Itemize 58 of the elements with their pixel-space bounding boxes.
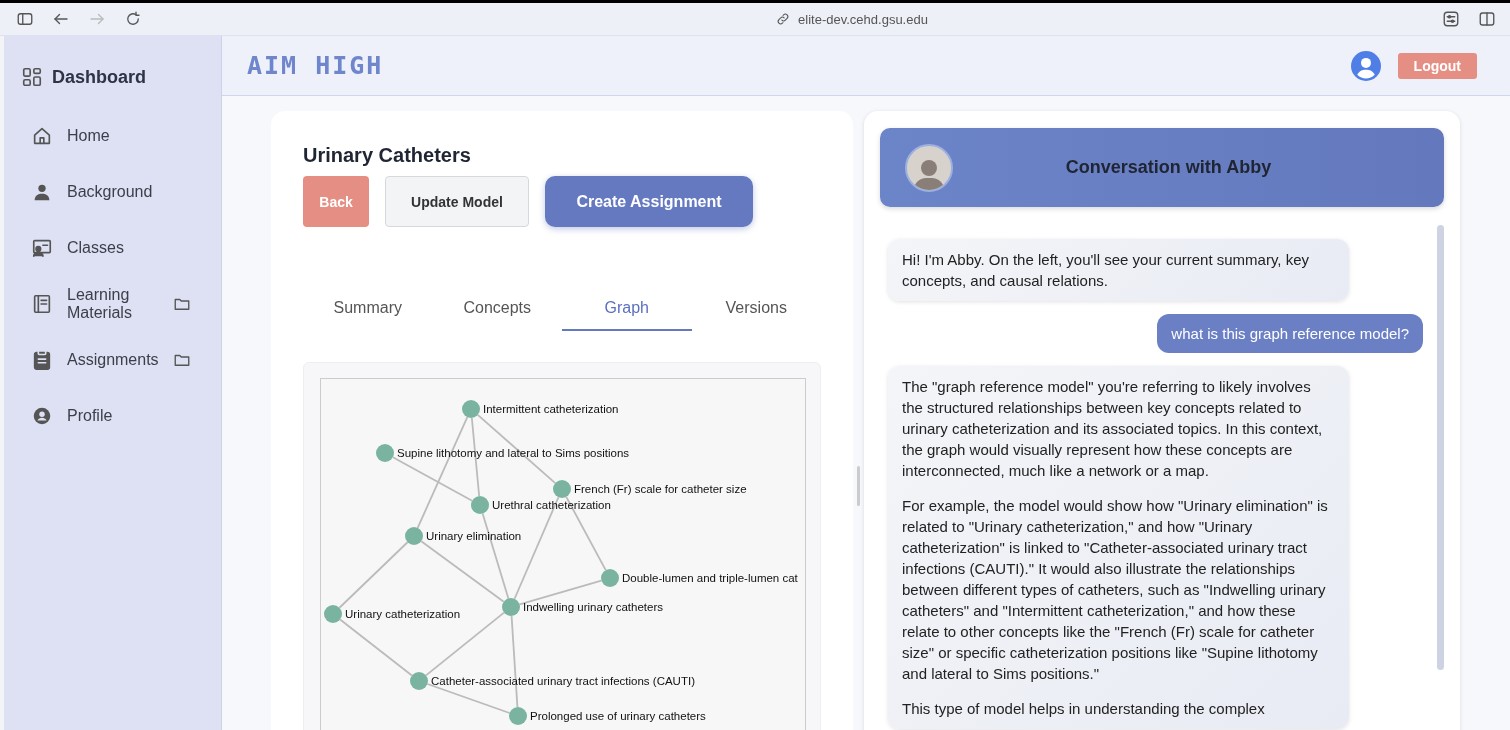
graph-node[interactable] (601, 569, 619, 587)
message-text: Hi! I'm Abby. On the left, you'll see your current summary, key concepts, and causal relations. (902, 250, 1310, 291)
chat-title: Conversation with Abby (1064, 157, 1273, 178)
graph-node[interactable] (509, 707, 527, 725)
tab[interactable]: Concepts (432, 289, 562, 331)
node-label: Indwelling urinary catheters (523, 601, 663, 613)
resize-handle[interactable] (857, 466, 860, 506)
user-avatar-icon[interactable] (1350, 50, 1381, 81)
node-label: Urethral catheterization (492, 499, 611, 511)
update-model-button[interactable]: Update Model (385, 176, 529, 227)
link-icon (776, 12, 791, 26)
sidebar-item[interactable]: Learning Materials (67, 286, 159, 322)
graph-node[interactable] (410, 672, 428, 690)
graph-node[interactable] (471, 496, 489, 514)
notebook-icon (31, 293, 53, 315)
message-text: This type of model helps in understanding the complex (902, 699, 1266, 719)
graph-node[interactable] (376, 444, 394, 462)
sidebar-item[interactable]: Classes (67, 239, 159, 257)
grid-icon (21, 66, 43, 88)
scrollbar-thumb[interactable] (1437, 225, 1444, 670)
node-label: Prolonged use of urinary catheters (530, 710, 706, 722)
message-text: what is this graph reference model? (1171, 324, 1409, 344)
split-view-icon[interactable] (1478, 10, 1496, 28)
node-label: Urinary elimination (426, 530, 522, 542)
sidebar-item[interactable]: Home (67, 127, 159, 145)
avatar-placeholder (905, 143, 953, 192)
graph-node[interactable] (553, 480, 571, 498)
message-text: The "graph reference model" you're referring to likely involves the structured relationships between key concepts related to urinary catheterization and its associated topics. In this context, the graph would visually represent how these concepts are interconnected, much like a network or a map. (902, 377, 1324, 481)
create-assignment-button[interactable]: Create Assignment (545, 176, 753, 227)
sidebar-title: Dashboard (52, 66, 147, 88)
graph-edge (338, 541, 409, 609)
node-label: Supine lithotomy and lateral to Sims positions (397, 447, 630, 459)
tab[interactable]: Graph (562, 289, 692, 331)
sidebar-item[interactable]: Assignments (67, 351, 159, 369)
message-text: For example, the model would show how "Urinary elimination" is related to "Urinary catheterization," and how "Urinary catheterization" is linked to "Catheter-associated urinary tract infections (CAUTI)." It would also illustrate the relationships between different types of catheters, such as "Indwelling urinary catheters" and "Intermittent catheterization," and how these relate to other concepts like the "French (Fr) scale for catheter size" or specific catheterization positions like "Supine lithotomy and lateral to Sims positions." (902, 496, 1329, 684)
user-circle-icon (31, 405, 53, 427)
sidebar-item[interactable]: Background (67, 183, 159, 201)
house-icon (31, 125, 53, 147)
graph-node[interactable] (462, 400, 480, 418)
clipboard-icon (31, 349, 53, 371)
tab[interactable]: Summary (303, 289, 433, 331)
node-label: Double-lumen and triple-lumen cat (622, 572, 798, 584)
sidebar-toggle-icon[interactable] (16, 10, 34, 28)
graph-node[interactable] (405, 527, 423, 545)
node-label: French (Fr) scale for catheter size (574, 483, 747, 495)
graph-node[interactable] (324, 605, 342, 623)
sidebar-item[interactable]: Profile (67, 407, 159, 425)
graph-node[interactable] (502, 598, 520, 616)
node-label: Catheter-associated urinary tract infections (CAUTI) (431, 675, 695, 687)
sliders-icon[interactable] (1442, 10, 1460, 28)
logo: AIM HIGH (247, 51, 384, 80)
reload-icon[interactable] (124, 10, 142, 28)
address-bar[interactable]: elite-dev.cehd.gsu.edu (798, 11, 928, 27)
node-label: Urinary catheterization (345, 608, 461, 620)
model-title: Urinary Catheters (303, 144, 472, 167)
presentation-icon (31, 237, 53, 259)
tab[interactable]: Versions (691, 289, 821, 331)
node-label: Intermittent catheterization (483, 403, 619, 415)
